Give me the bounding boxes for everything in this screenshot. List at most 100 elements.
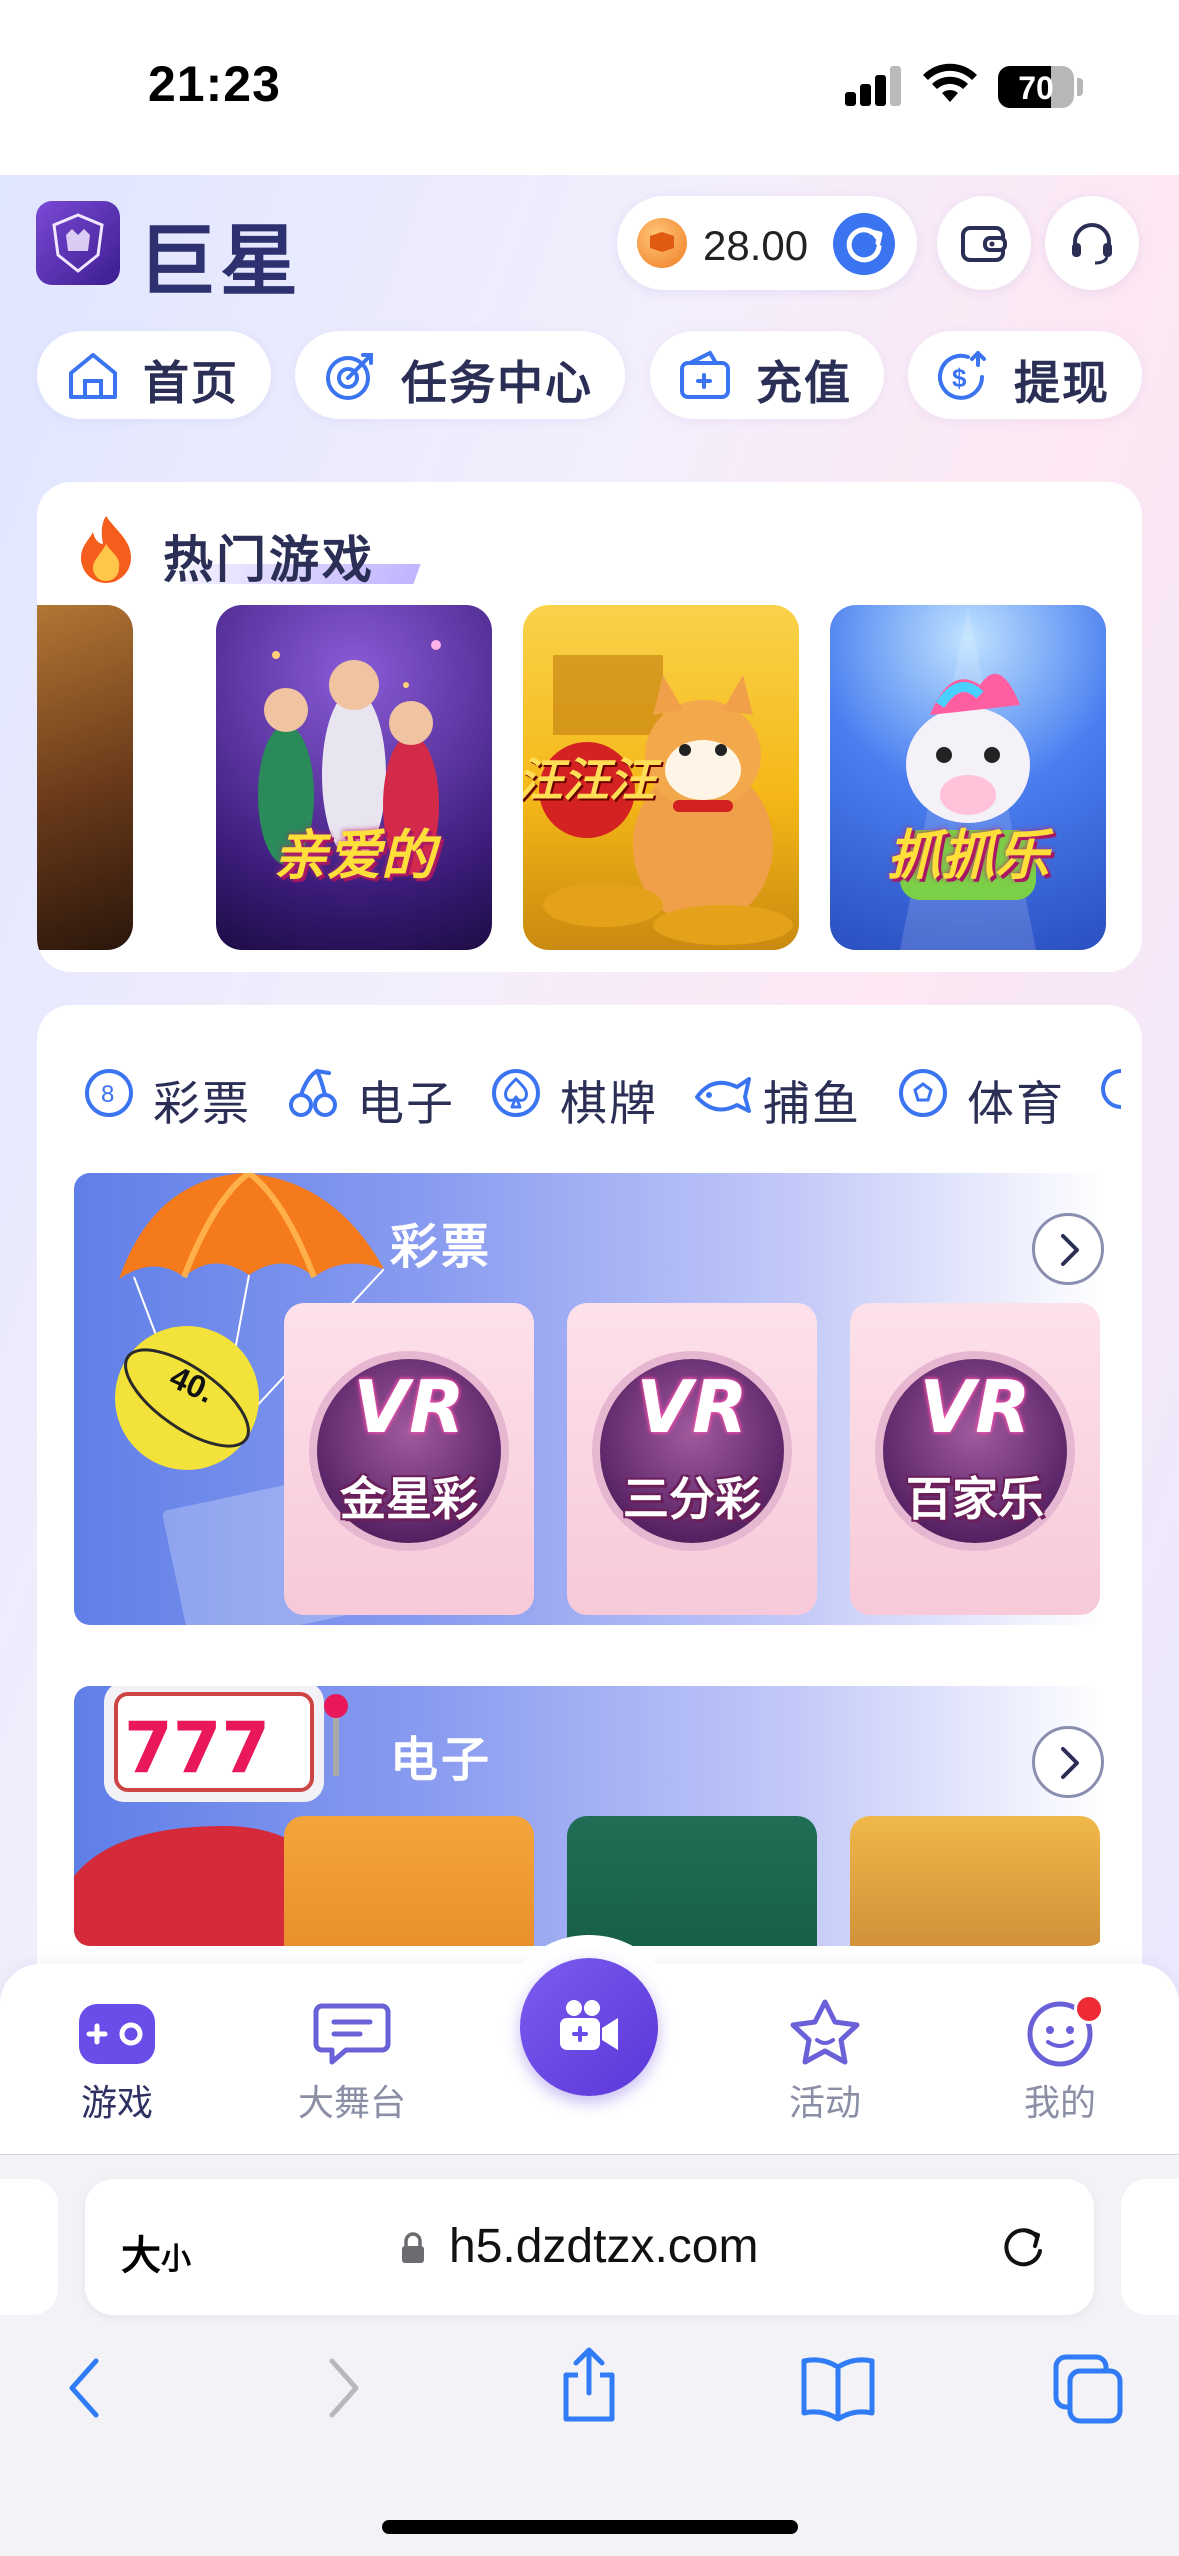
lottery-more-button[interactable] xyxy=(1032,1213,1104,1285)
svg-text:8: 8 xyxy=(101,1081,114,1108)
tab-fishing[interactable]: 捕鱼 xyxy=(693,1059,893,1132)
app-page: 巨星 28.00 首页 任务中心 充值 $ 提现 热门游戏 亲爱的 汪汪汪 抓抓… xyxy=(0,175,1179,2155)
battery-cap xyxy=(1077,78,1083,96)
game-tile-zhuazhuale[interactable]: 抓抓乐 xyxy=(830,605,1106,950)
game-label: 抓抓乐 xyxy=(887,824,1049,887)
vr-logo: VR xyxy=(353,1365,465,1449)
wallet-button[interactable] xyxy=(937,196,1031,290)
game-art xyxy=(258,640,441,875)
nav-withdraw-label: 提现 xyxy=(1014,356,1110,410)
tabs-icon[interactable] xyxy=(1052,2353,1124,2425)
wallet-icon xyxy=(961,226,1007,262)
lottery-game-tile[interactable]: VR 金星彩 xyxy=(284,1303,534,1615)
chevron-right-icon xyxy=(1061,1747,1079,1779)
game-tile-qinaide[interactable]: 亲爱的 xyxy=(216,605,492,950)
tab-lottery[interactable]: 8 彩票 xyxy=(83,1059,283,1132)
electronic-game-tile[interactable] xyxy=(567,1816,817,1946)
star-icon xyxy=(790,1999,860,2065)
soccer-ball-icon xyxy=(899,1069,947,1117)
lottery-game-name: 金星彩 xyxy=(340,1472,478,1526)
reload-icon[interactable] xyxy=(997,2221,1049,2273)
status-bar: 21:23 70 xyxy=(0,0,1179,175)
lottery-section-title: 彩票 xyxy=(390,1219,493,1275)
cellular-signal-icon xyxy=(845,66,903,106)
svg-text:$: $ xyxy=(952,363,967,393)
tab-stage[interactable]: 大舞台 xyxy=(277,1998,427,2128)
lottery-game-tile[interactable]: VR 百家乐 xyxy=(850,1303,1100,1615)
home-indicator xyxy=(382,2520,798,2534)
electronic-game-tile[interactable] xyxy=(284,1816,534,1946)
slot-text: 777 xyxy=(124,1707,270,1789)
text-size-label: 大 xyxy=(121,2233,161,2279)
refresh-icon xyxy=(846,227,883,263)
back-icon[interactable] xyxy=(60,2353,110,2423)
tab-sports[interactable]: 体育 xyxy=(897,1059,1097,1132)
tab-chess-cards[interactable]: 棋牌 xyxy=(490,1059,690,1132)
refresh-balance-button[interactable] xyxy=(833,213,895,275)
address-bar[interactable]: 大小 h5.dzdtzx.com xyxy=(85,2179,1094,2315)
electronic-more-button[interactable] xyxy=(1032,1726,1104,1798)
game-tile-wangwangwang[interactable]: 汪汪汪 xyxy=(523,605,799,950)
lottery-game-tile[interactable]: VR 三分彩 xyxy=(567,1303,817,1615)
dollar-withdraw-icon: $ xyxy=(938,351,986,400)
text-size-button[interactable]: 大小 xyxy=(121,2223,191,2281)
fish-icon xyxy=(695,1077,751,1113)
nav-home[interactable]: 首页 xyxy=(37,331,271,419)
tab-overflow-icon xyxy=(1101,1069,1121,1109)
gamepad-icon xyxy=(79,2004,155,2064)
notification-badge xyxy=(1074,1994,1104,2024)
next-tab-preview[interactable] xyxy=(1121,2179,1179,2315)
tab-electronic[interactable]: 电子 xyxy=(287,1059,487,1132)
battery-percent: 70 xyxy=(1018,70,1054,106)
game-label: 亲爱的 xyxy=(273,824,435,887)
brand-name: 巨星 xyxy=(138,217,303,307)
forward-icon[interactable] xyxy=(318,2353,368,2423)
game-art xyxy=(900,605,1036,950)
spade-icon xyxy=(492,1069,540,1117)
browser-toolbar: 大小 h5.dzdtzx.com xyxy=(0,2154,1179,2556)
nav-task-center[interactable]: 任务中心 xyxy=(295,331,625,419)
electronic-game-tile[interactable] xyxy=(850,1816,1100,1946)
video-camera-icon xyxy=(560,2000,618,2050)
lottery-ball-icon: 40. xyxy=(115,1326,259,1470)
nav-task-center-label: 任务中心 xyxy=(401,356,593,410)
home-icon xyxy=(69,353,117,399)
nav-recharge[interactable]: 充值 xyxy=(650,331,884,419)
battery-icon: 70 xyxy=(998,66,1074,108)
lottery-ball-icon: 8 xyxy=(85,1069,133,1117)
tab-lottery-label: 彩票 xyxy=(153,1077,251,1132)
nav-withdraw[interactable]: $ 提现 xyxy=(908,331,1142,419)
tab-games-label: 游戏 xyxy=(80,2083,153,2124)
previous-tab-preview[interactable] xyxy=(0,2179,58,2315)
tab-chess-cards-label: 棋牌 xyxy=(560,1077,658,1132)
wallet-add-icon xyxy=(680,350,730,399)
support-button[interactable] xyxy=(1045,196,1139,290)
share-icon[interactable] xyxy=(556,2345,622,2425)
live-video-button[interactable] xyxy=(520,1958,658,2096)
lottery-game-name: 百家乐 xyxy=(906,1472,1044,1526)
tab-activity[interactable]: 活动 xyxy=(750,1998,900,2128)
nav-recharge-label: 充值 xyxy=(756,356,852,410)
flame-icon xyxy=(81,516,131,583)
tab-games[interactable]: 游戏 xyxy=(42,1998,192,2128)
crest-logo-icon[interactable] xyxy=(36,201,120,285)
tab-activity-label: 活动 xyxy=(788,2083,861,2124)
tab-profile[interactable]: 我的 xyxy=(985,1998,1135,2128)
game-tile-partial[interactable] xyxy=(37,605,133,950)
tab-fishing-label: 捕鱼 xyxy=(763,1077,861,1132)
cherries-icon xyxy=(289,1069,337,1117)
bookmarks-icon[interactable] xyxy=(800,2353,876,2423)
coin-icon xyxy=(637,218,687,268)
status-time: 21:23 xyxy=(148,56,281,112)
tab-profile-label: 我的 xyxy=(1023,2083,1096,2124)
vr-logo: VR xyxy=(919,1365,1031,1449)
target-icon xyxy=(326,353,373,400)
headset-icon xyxy=(1072,223,1112,265)
lock-icon xyxy=(402,2232,424,2263)
nav-home-label: 首页 xyxy=(143,356,239,410)
tab-sports-label: 体育 xyxy=(967,1077,1065,1132)
hot-games-card: 热门游戏 亲爱的 汪汪汪 抓抓乐 xyxy=(37,482,1142,972)
text-size-small: 小 xyxy=(161,2242,191,2277)
chat-bubble-icon xyxy=(313,2003,391,2065)
balance-pill[interactable]: 28.00 xyxy=(617,196,917,290)
